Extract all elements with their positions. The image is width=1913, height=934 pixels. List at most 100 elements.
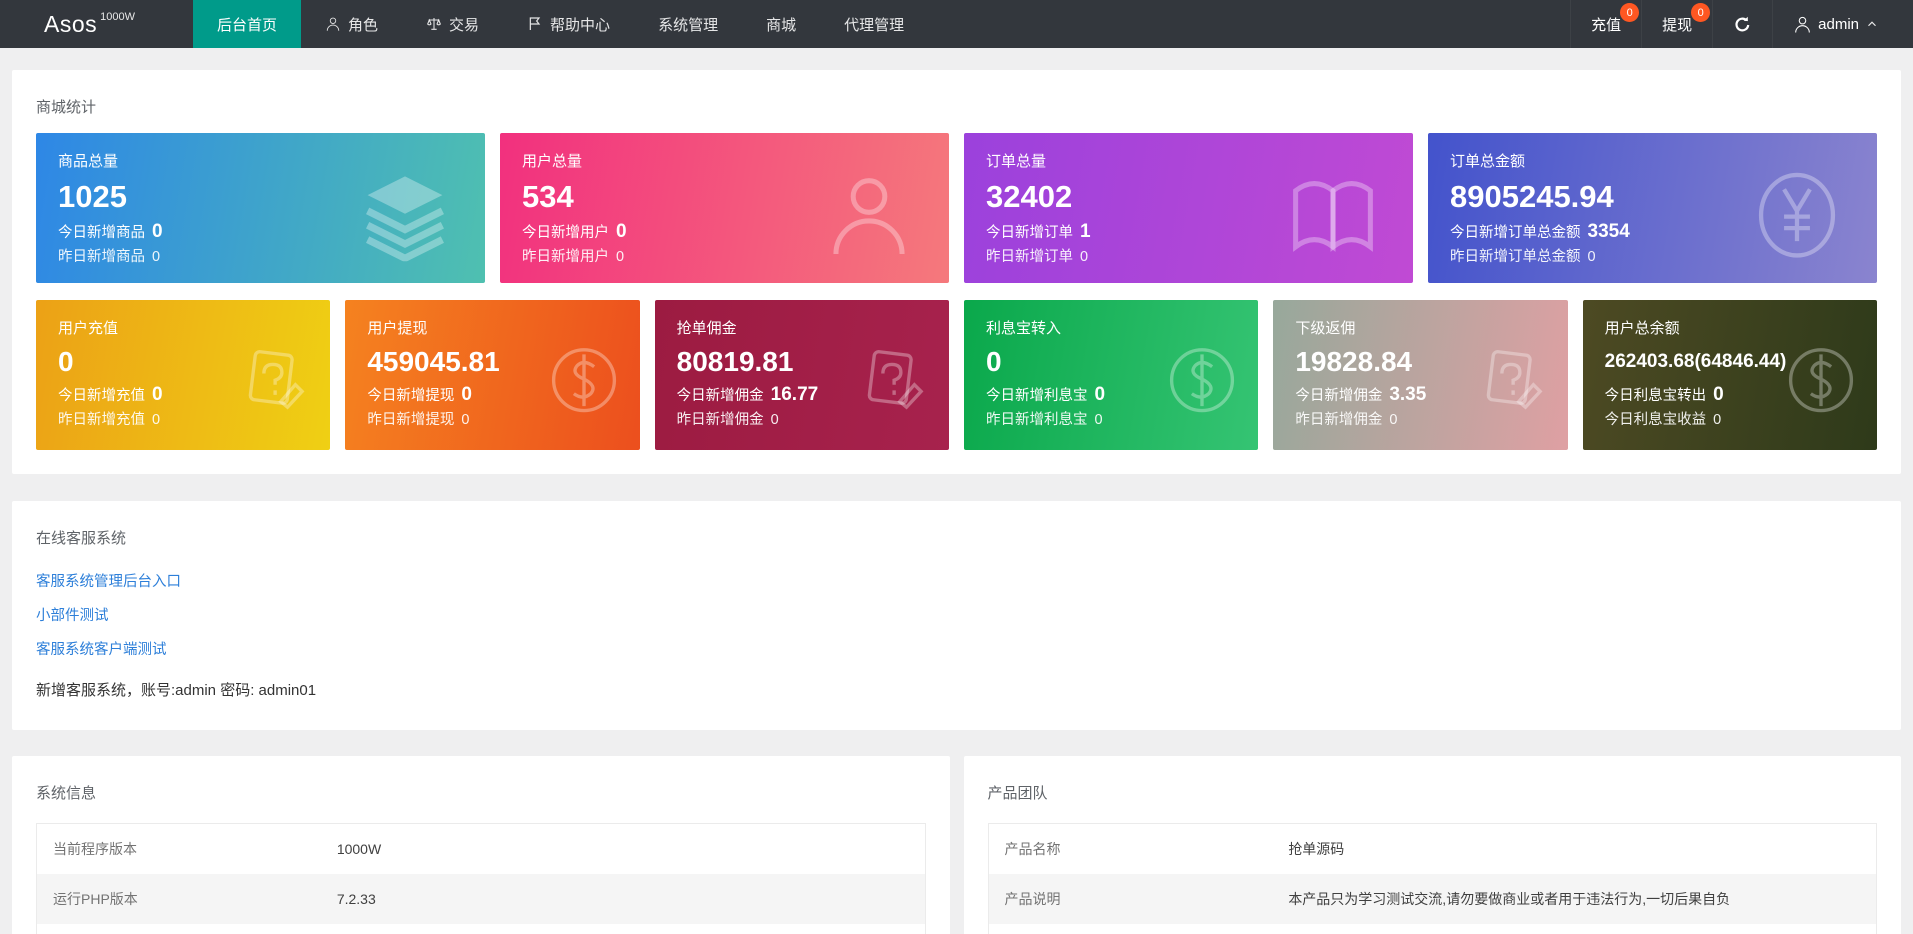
navbar-right: 充值 0 提现 0 admin: [1570, 0, 1913, 48]
stat-card: 用户提现 459045.81 今日新增提现 0 昨日新增提现 0: [345, 300, 639, 450]
nav-item-6[interactable]: 代理管理: [820, 0, 928, 48]
product-team-title: 产品团队: [988, 782, 1878, 803]
row-value: 404: [1272, 924, 1876, 934]
recharge-button[interactable]: 充值 0: [1570, 0, 1641, 48]
service-account-note: 新增客服系统，账号:admin 密码: admin01: [36, 679, 1877, 700]
today-value: 0: [152, 385, 163, 404]
today-label: 今日新增佣金: [1295, 389, 1382, 404]
service-link-1[interactable]: 小部件测试: [36, 604, 1877, 625]
today-value: 0: [461, 385, 472, 404]
username: admin: [1818, 16, 1859, 33]
withdraw-label: 提现: [1662, 14, 1692, 35]
yesterday-value: 0: [1095, 413, 1103, 428]
yesterday-label: 昨日新增佣金: [1295, 413, 1382, 428]
row-label: 产品说明: [988, 874, 1272, 924]
stat-card: 用户总量 534 今日新增用户 0 昨日新增用户 0: [500, 133, 949, 283]
user-icon: [823, 169, 915, 266]
system-info-title: 系统信息: [36, 782, 926, 803]
scale-icon: [426, 16, 442, 32]
person-icon: [1793, 15, 1812, 34]
yen-icon: [1751, 169, 1843, 266]
dollar-icon: [548, 344, 620, 421]
row-label: 产品名称: [988, 824, 1272, 875]
table-row: 请勿点击404: [988, 924, 1877, 934]
online-service-panel: 在线客服系统 客服系统管理后台入口小部件测试客服系统客户端测试 新增客服系统，账…: [12, 501, 1901, 730]
stat-card: 商品总量 1025 今日新增商品 0 昨日新增商品 0: [36, 133, 485, 283]
yesterday-label: 昨日新增用户: [522, 250, 609, 265]
stat-card: 下级返佣 19828.84 今日新增佣金 3.35 昨日新增佣金 0: [1273, 300, 1567, 450]
user-menu[interactable]: admin: [1772, 0, 1913, 48]
yesterday-value: 0: [1588, 250, 1596, 265]
nav-item-4[interactable]: 系统管理: [634, 0, 742, 48]
stat-card: 用户充值 0 今日新增充值 0 昨日新增充值 0: [36, 300, 330, 450]
nav-item-label: 代理管理: [844, 14, 904, 35]
yesterday-value: 0: [461, 413, 469, 428]
today-label: 今日利息宝转出: [1605, 389, 1707, 404]
today-label: 今日新增订单: [986, 226, 1073, 241]
row-value: 1000W: [321, 824, 925, 875]
today-label: 今日新增充值: [58, 389, 145, 404]
stat-cards-row-1: 商品总量 1025 今日新增商品 0 昨日新增商品 0 用户总量 534 今日新…: [36, 133, 1877, 283]
nav-item-0[interactable]: 后台首页: [193, 0, 301, 48]
stat-card-title: 用户总量: [522, 150, 927, 171]
book-icon: [1287, 169, 1379, 266]
service-link-2[interactable]: 客服系统客户端测试: [36, 638, 1877, 659]
top-navbar: Asos 1000W 后台首页 角色 交易 帮助中心 系统管理 商城 代理管理 充值 0 提…: [0, 0, 1913, 48]
nav-item-3[interactable]: 帮助中心: [503, 0, 634, 48]
refresh-button[interactable]: [1712, 0, 1772, 48]
yesterday-label: 昨日新增充值: [58, 413, 145, 428]
stat-card: 利息宝转入 0 今日新增利息宝 0 昨日新增利息宝 0: [964, 300, 1258, 450]
yesterday-value: 0: [616, 250, 624, 265]
app-logo: Asos 1000W: [0, 0, 193, 48]
row-value: 5.1.38 LTS: [321, 924, 925, 934]
stat-card: 用户总余额 262403.68(64846.44) 今日利息宝转出 0 今日利息…: [1583, 300, 1877, 450]
yesterday-value: 0: [152, 250, 160, 265]
stat-card-title: 下级返佣: [1295, 317, 1545, 338]
row-label: ThinkPHP版本: [37, 924, 321, 934]
nav-item-label: 交易: [449, 14, 479, 35]
today-label: 今日新增利息宝: [986, 389, 1088, 404]
nav-item-label: 商城: [766, 14, 796, 35]
row-value: 抢单源码: [1272, 824, 1876, 875]
today-value: 1: [1080, 222, 1091, 241]
dollar-icon: [1785, 344, 1857, 421]
service-links: 客服系统管理后台入口小部件测试客服系统客户端测试: [36, 570, 1877, 659]
today-value: 3.35: [1389, 385, 1426, 404]
table-row: 运行PHP版本7.2.33: [37, 874, 926, 924]
refresh-icon: [1733, 15, 1752, 34]
nav-item-1[interactable]: 角色: [301, 0, 402, 48]
stat-card-title: 订单总量: [986, 150, 1391, 171]
yesterday-label: 昨日新增利息宝: [986, 413, 1088, 428]
stat-card-title: 订单总金额: [1450, 150, 1855, 171]
layers-icon: [359, 169, 451, 266]
withdraw-button[interactable]: 提现 0: [1641, 0, 1712, 48]
yesterday-value: 0: [1389, 413, 1397, 428]
table-row: 产品名称抢单源码: [988, 824, 1877, 875]
nav-item-label: 角色: [348, 14, 378, 35]
flag-icon: [527, 16, 543, 32]
docq-icon: [857, 344, 929, 421]
nav-item-label: 系统管理: [658, 14, 718, 35]
recharge-label: 充值: [1591, 14, 1621, 35]
row-value: 本产品只为学习测试交流,请勿要做商业或者用于违法行为,一切后果自负: [1272, 874, 1876, 924]
row-label: 请勿点击: [988, 924, 1272, 934]
yesterday-label: 昨日新增佣金: [677, 413, 764, 428]
yesterday-value: 0: [1080, 250, 1088, 265]
stat-card-title: 抢单佣金: [677, 317, 927, 338]
service-link-0[interactable]: 客服系统管理后台入口: [36, 570, 1877, 591]
nav-item-label: 后台首页: [217, 14, 277, 35]
stat-card: 抢单佣金 80819.81 今日新增佣金 16.77 昨日新增佣金 0: [655, 300, 949, 450]
today-label: 今日新增商品: [58, 226, 145, 241]
today-value: 3354: [1588, 222, 1630, 241]
stat-cards-row-2: 用户充值 0 今日新增充值 0 昨日新增充值 0 用户提现 459045.81 …: [36, 300, 1877, 450]
logo-text: Asos: [44, 11, 97, 38]
nav-item-2[interactable]: 交易: [402, 0, 503, 48]
bottom-panels-row: 系统信息 当前程序版本1000W运行PHP版本7.2.33ThinkPHP版本5…: [12, 756, 1901, 934]
nav-item-5[interactable]: 商城: [742, 0, 820, 48]
table-row: 当前程序版本1000W: [37, 824, 926, 875]
stat-card-title: 用户总余额: [1605, 317, 1855, 338]
today-label: 今日新增订单总金额: [1450, 226, 1581, 241]
stats-panel-title: 商城统计: [36, 96, 1877, 117]
stat-card: 订单总金额 8905245.94 今日新增订单总金额 3354 昨日新增订单总金…: [1428, 133, 1877, 283]
yesterday-label: 今日利息宝收益: [1605, 413, 1707, 428]
